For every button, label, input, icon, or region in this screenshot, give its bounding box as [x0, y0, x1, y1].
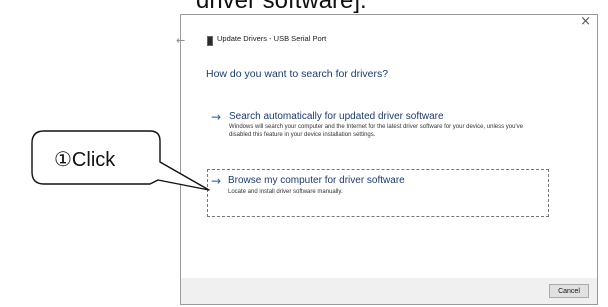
- option-title: Browse my computer for driver software: [228, 175, 405, 186]
- search-question: How do you want to search for drivers?: [206, 68, 389, 80]
- browse-computer-option[interactable]: → Browse my computer for driver software…: [207, 169, 549, 217]
- search-automatically-option[interactable]: → Search automatically for updated drive…: [209, 108, 549, 152]
- dialog-footer: Cancel: [181, 278, 597, 304]
- option-description: Locate and install driver software manua…: [228, 189, 343, 195]
- back-arrow-icon[interactable]: ←: [176, 34, 185, 47]
- arrow-right-icon: →: [211, 174, 222, 188]
- option-title: Search automatically for updated driver …: [229, 111, 444, 122]
- dialog-titlebar: ← Update Drivers - USB Serial Port: [176, 33, 597, 49]
- option-description: Windows will search your computer and th…: [229, 124, 523, 138]
- screenshot-stage: driver software]. × ← Update Drivers - U…: [0, 0, 608, 307]
- device-icon: [207, 36, 213, 46]
- window-title: Update Drivers - USB Serial Port: [217, 34, 327, 43]
- arrow-right-icon: →: [211, 110, 222, 124]
- cancel-button[interactable]: Cancel: [549, 284, 589, 298]
- update-drivers-dialog: × ← Update Drivers - USB Serial Port How…: [176, 14, 598, 305]
- close-icon[interactable]: ×: [580, 15, 591, 29]
- document-heading: driver software].: [196, 0, 367, 14]
- callout-label: ①Click: [54, 149, 116, 171]
